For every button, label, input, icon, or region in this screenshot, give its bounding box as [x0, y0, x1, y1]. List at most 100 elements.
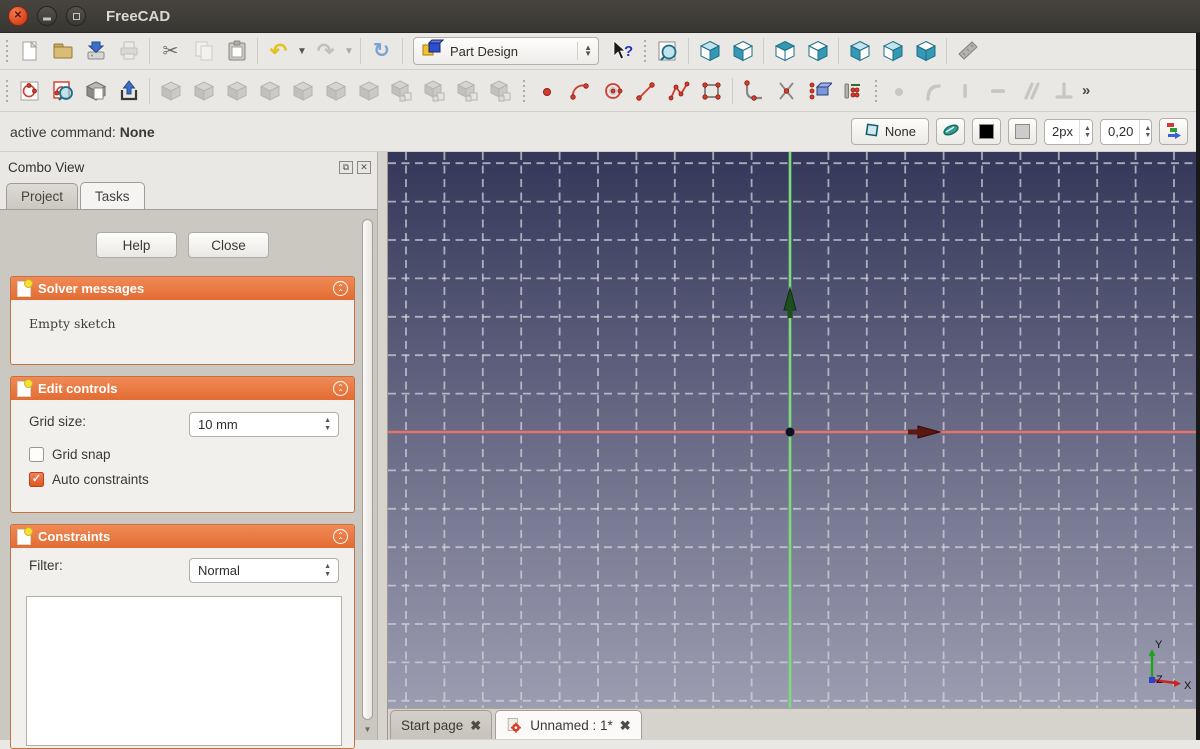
- workbench-selector[interactable]: Part Design ▲▼: [413, 37, 599, 65]
- grid-size-spin-arrows[interactable]: ▲▼: [317, 417, 338, 432]
- constraints-filter-dropdown[interactable]: Normal ▲▼: [189, 558, 339, 583]
- 3d-viewport[interactable]: Y X Z: [388, 152, 1196, 708]
- window-minimize-button[interactable]: ▂: [37, 6, 57, 26]
- create-sketch-button[interactable]: [13, 76, 46, 106]
- panel-float-icon[interactable]: ⧉: [339, 161, 353, 174]
- map-sketch-to-face-button[interactable]: [79, 76, 112, 106]
- select-elements-button[interactable]: [936, 118, 965, 145]
- create-sketch-icon: [18, 79, 42, 103]
- create-circle-button[interactable]: [596, 76, 629, 106]
- point-size-spinbox[interactable]: 0,20 ▲▼: [1100, 119, 1152, 145]
- undo-icon: ↶: [270, 41, 288, 62]
- tab-tasks[interactable]: Tasks: [80, 182, 145, 209]
- leave-sketch-button[interactable]: [112, 76, 145, 106]
- undo-button[interactable]: ↶: [262, 36, 295, 66]
- undo-dropdown-icon: ▼: [297, 46, 307, 57]
- multi-transform-icon: [489, 79, 513, 103]
- line-width-spin-arrows[interactable]: ▲▼: [1079, 120, 1093, 144]
- view-bottom-button[interactable]: [909, 36, 942, 66]
- collapse-icon[interactable]: ⌃⌃: [333, 529, 348, 544]
- create-point-icon: [535, 79, 559, 103]
- create-polyline-button[interactable]: [662, 76, 695, 106]
- create-fillet-button[interactable]: [737, 76, 770, 106]
- close-tab-icon[interactable]: ✖: [620, 719, 631, 732]
- create-arc-button[interactable]: [563, 76, 596, 106]
- paste-button[interactable]: [220, 36, 253, 66]
- command-status-bar: active command: None None 2px ▲▼ 0,20 ▲▼: [0, 112, 1196, 152]
- create-rectangle-button[interactable]: [695, 76, 728, 106]
- close-tab-icon[interactable]: ✖: [470, 719, 481, 732]
- collapse-icon[interactable]: ⌃⌃: [333, 281, 348, 296]
- tab-project[interactable]: Project: [6, 183, 78, 209]
- carbon-copy-button[interactable]: [836, 76, 869, 106]
- view-right-icon: [806, 39, 830, 63]
- line-color-button[interactable]: [972, 118, 1001, 145]
- solver-message-text: Empty sketch: [11, 300, 354, 364]
- refresh-button[interactable]: ↻: [365, 36, 398, 66]
- chamfer-icon: [324, 79, 348, 103]
- y-axis-arrow-tail: [788, 308, 793, 318]
- new-document-button[interactable]: [13, 36, 46, 66]
- undo-dropdown-button[interactable]: ▼: [295, 36, 309, 66]
- render-order-button[interactable]: [1159, 118, 1188, 145]
- panel-scrollbar-thumb[interactable]: [362, 219, 373, 720]
- edit-mode-button[interactable]: None: [851, 118, 929, 145]
- auto-constraints-checkbox[interactable]: ✓: [29, 472, 44, 487]
- view-left-button[interactable]: [876, 36, 909, 66]
- view-top-button[interactable]: [768, 36, 801, 66]
- trim-edge-button[interactable]: [770, 76, 803, 106]
- external-geometry-button[interactable]: [803, 76, 836, 106]
- edit-controls-section: Edit controls ⌃⌃ Grid size: 10 mm ▲▼ Gri…: [10, 376, 355, 513]
- grid-size-spinbox[interactable]: 10 mm ▲▼: [189, 412, 339, 437]
- face-color-button[interactable]: [1008, 118, 1037, 145]
- measure-distance-button[interactable]: [951, 36, 984, 66]
- document-tab-unnamed-1[interactable]: Unnamed : 1*✖: [495, 710, 641, 739]
- create-fillet-icon: [742, 79, 766, 103]
- panel-splitter[interactable]: [377, 152, 388, 740]
- view-front-button[interactable]: [726, 36, 759, 66]
- window-maximize-button[interactable]: [66, 6, 86, 26]
- line-width-spinbox[interactable]: 2px ▲▼: [1044, 119, 1093, 145]
- open-document-button[interactable]: [46, 36, 79, 66]
- cut-button[interactable]: ✂: [154, 36, 187, 66]
- toolbar-drag-handle[interactable]: [871, 78, 880, 104]
- view-axonometric-button[interactable]: [693, 36, 726, 66]
- edit-mode-icon: [864, 122, 880, 141]
- toolbar-drag-handle[interactable]: [519, 78, 528, 104]
- grid-snap-checkbox-row[interactable]: Grid snap: [29, 447, 340, 462]
- grid-snap-checkbox[interactable]: [29, 447, 44, 462]
- svg-text:?: ?: [624, 43, 633, 60]
- edit-controls-header[interactable]: Edit controls ⌃⌃: [11, 377, 354, 400]
- window-right-edge: [1196, 33, 1200, 740]
- toolbar-drag-handle[interactable]: [640, 38, 649, 64]
- view-right-button[interactable]: [801, 36, 834, 66]
- constraints-filter-label: Filter:: [29, 558, 63, 573]
- fit-all-button[interactable]: [651, 36, 684, 66]
- save-document-button[interactable]: [79, 36, 112, 66]
- scrollbar-down-arrow-icon[interactable]: ▼: [361, 723, 374, 736]
- workbench-spin-arrows[interactable]: ▲▼: [577, 42, 592, 60]
- solver-messages-header[interactable]: Solver messages ⌃⌃: [11, 277, 354, 300]
- view-rear-button[interactable]: [843, 36, 876, 66]
- close-button[interactable]: Close: [188, 232, 269, 258]
- sketch-grid-canvas[interactable]: Y X Z: [388, 152, 1196, 708]
- panel-close-icon[interactable]: ✕: [357, 161, 371, 174]
- toolbar-drag-handle[interactable]: [2, 38, 11, 64]
- constraints-header[interactable]: Constraints ⌃⌃: [11, 525, 354, 548]
- toolbar-overflow-chevron[interactable]: »: [1082, 82, 1090, 99]
- filter-spin-arrows[interactable]: ▲▼: [317, 563, 338, 578]
- collapse-icon[interactable]: ⌃⌃: [333, 381, 348, 396]
- auto-constraints-checkbox-row[interactable]: ✓ Auto constraints: [29, 472, 340, 487]
- whats-this-button[interactable]: ?: [605, 36, 638, 66]
- help-button[interactable]: Help: [96, 232, 177, 258]
- create-point-button[interactable]: [530, 76, 563, 106]
- toolbar-drag-handle[interactable]: [2, 78, 11, 104]
- panel-scrollbar[interactable]: ▼: [361, 213, 374, 738]
- document-tab-start-page[interactable]: Start page✖: [390, 710, 492, 739]
- create-line-button[interactable]: [629, 76, 662, 106]
- edit-sketch-button[interactable]: [46, 76, 79, 106]
- window-close-button[interactable]: ✕: [8, 6, 28, 26]
- constraints-list[interactable]: [26, 596, 342, 746]
- origin-point[interactable]: [786, 428, 795, 437]
- point-size-spin-arrows[interactable]: ▲▼: [1139, 120, 1152, 144]
